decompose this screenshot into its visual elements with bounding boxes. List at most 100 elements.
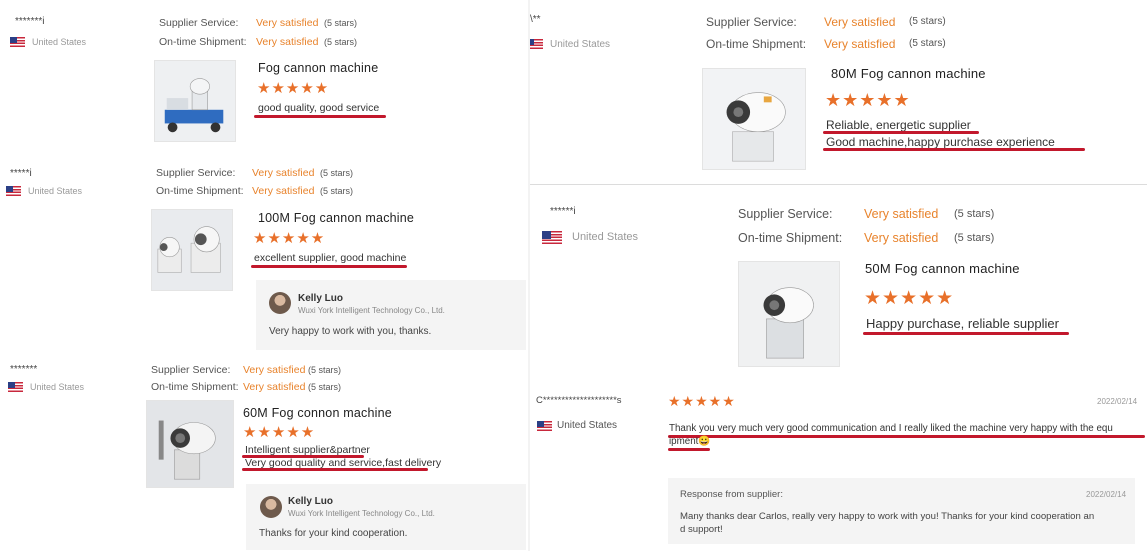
review-comment: excellent supplier, good machine	[254, 252, 407, 264]
supplier-service-label: Supplier Service:	[159, 17, 239, 29]
supplier-service-value: Very satisfied	[256, 17, 319, 29]
supplier-service-stars: (5 stars)	[954, 208, 995, 220]
fog-cannon-image	[739, 262, 839, 366]
country-label: United States	[30, 382, 85, 392]
country-label: United States	[28, 186, 83, 196]
shipment-stars: (5 stars)	[909, 38, 946, 49]
country-label: United States	[550, 39, 611, 50]
supplier-service-stars: (5 stars)	[320, 168, 354, 178]
us-flag-icon	[530, 39, 543, 50]
fog-cannon-image	[152, 210, 232, 290]
fog-cannon-image	[147, 401, 233, 487]
us-flag-icon	[6, 186, 21, 196]
fog-cannon-image	[155, 61, 235, 141]
product-title[interactable]: Fog cannon machine	[258, 61, 378, 75]
shipment-stars: (5 stars)	[308, 382, 342, 392]
supplier-service-label: Supplier Service:	[706, 15, 797, 29]
shipment-label: On-time Shipment:	[738, 231, 843, 245]
supplier-service-stars: (5 stars)	[324, 18, 358, 28]
shipment-label: On-time Shipment:	[151, 381, 239, 393]
review-card-4: \** United States Supplier Service: Very…	[530, 0, 1147, 184]
review-card-2: *****i United States Supplier Service: V…	[0, 150, 528, 358]
product-image[interactable]	[146, 400, 234, 488]
reply-company: Wuxi York Intelligent Technology Co., Lt…	[288, 509, 435, 518]
country-label: United States	[572, 231, 639, 243]
review-card-1: *******i United States Supplier Service:…	[0, 0, 528, 150]
us-flag-icon	[537, 421, 552, 431]
reply-message: Thanks for your kind cooperation.	[259, 528, 408, 539]
red-underline	[823, 148, 1085, 151]
supplier-service-label: Supplier Service:	[738, 207, 833, 221]
buyer-name: *******i	[15, 16, 45, 27]
supplier-service-label: Supplier Service:	[151, 364, 231, 376]
shipment-label: On-time Shipment:	[156, 185, 244, 197]
buyer-name: *******	[10, 364, 38, 375]
reply-company: Wuxi York Intelligent Technology Co., Lt…	[298, 306, 445, 315]
review-card-5: ******i United States Supplier Service: …	[530, 185, 1147, 380]
shipment-value: Very satisfied	[243, 381, 306, 393]
response-label: Response from supplier:	[680, 489, 783, 500]
us-flag-icon	[8, 382, 23, 392]
response-line-2: d support!	[680, 524, 723, 535]
product-title[interactable]: 50M Fog cannon machine	[865, 261, 1020, 276]
shipment-stars: (5 stars)	[954, 232, 995, 244]
supplier-reply: Kelly Luo Wuxi York Intelligent Technolo…	[246, 484, 526, 550]
review-comment-line-1: Thank you very much very good communicat…	[669, 423, 1113, 434]
avatar-icon	[269, 292, 291, 314]
supplier-service-value: Very satisfied	[864, 207, 939, 221]
product-image[interactable]	[702, 68, 806, 170]
buyer-name: C********************s	[536, 395, 622, 406]
reply-author: Kelly Luo	[288, 496, 334, 507]
star-rating: ★★★★★	[864, 288, 955, 309]
us-flag-icon	[10, 37, 25, 47]
response-date: 2022/02/14	[1086, 490, 1127, 499]
red-underline	[254, 115, 386, 118]
star-rating: ★★★★★	[253, 230, 326, 247]
review-date: 2022/02/14	[1097, 397, 1138, 406]
product-image[interactable]	[738, 261, 840, 367]
country-label: United States	[32, 37, 87, 47]
fog-cannon-image	[703, 69, 805, 169]
country-label: United States	[557, 420, 618, 431]
supplier-response: Response from supplier: 2022/02/14 Many …	[668, 478, 1135, 544]
review-comment: good quality, good service	[258, 102, 380, 114]
review-card-3: ******* United States Supplier Service: …	[0, 358, 528, 551]
shipment-label: On-time Shipment:	[706, 37, 807, 51]
shipment-value: Very satisfied	[864, 231, 939, 245]
product-title[interactable]: 60M Fog connon machine	[243, 406, 392, 420]
product-title[interactable]: 80M Fog cannon machine	[831, 66, 986, 81]
review-comment: Reliable, energetic supplier	[826, 118, 971, 132]
us-flag-icon	[542, 231, 562, 245]
red-underline	[668, 448, 710, 451]
red-underline	[242, 468, 428, 471]
reply-message: Very happy to work with you, thanks.	[269, 326, 432, 337]
reply-author: Kelly Luo	[298, 293, 344, 304]
response-line-1: Many thanks dear Carlos, really very hap…	[680, 511, 1095, 522]
star-rating: ★★★★★	[668, 393, 736, 409]
supplier-service-value: Very satisfied	[243, 364, 306, 376]
shipment-label: On-time Shipment:	[159, 36, 247, 48]
supplier-service-value: Very satisfied	[824, 15, 896, 29]
red-underline	[251, 265, 407, 268]
shipment-stars: (5 stars)	[324, 37, 358, 47]
product-image[interactable]	[154, 60, 236, 142]
shipment-value: Very satisfied	[256, 36, 319, 48]
red-underline	[823, 131, 979, 134]
review-comment: Good machine,happy purchase experience	[826, 135, 1055, 149]
buyer-name: \**	[530, 14, 541, 25]
product-title[interactable]: 100M Fog cannon machine	[258, 211, 414, 225]
buyer-name: *****i	[10, 168, 32, 179]
product-image[interactable]	[151, 209, 233, 291]
supplier-service-stars: (5 stars)	[909, 16, 946, 27]
avatar-icon	[260, 496, 282, 518]
star-rating: ★★★★★	[825, 90, 911, 110]
supplier-service-stars: (5 stars)	[308, 365, 342, 375]
review-card-6: C********************s United States ★★★…	[530, 380, 1147, 551]
shipment-stars: (5 stars)	[320, 186, 354, 196]
buyer-name: ******i	[550, 206, 576, 217]
shipment-value: Very satisfied	[252, 185, 315, 197]
shipment-value: Very satisfied	[824, 37, 896, 51]
star-rating: ★★★★★	[257, 80, 330, 97]
star-rating: ★★★★★	[243, 424, 316, 441]
supplier-reply: Kelly Luo Wuxi York Intelligent Technolo…	[256, 280, 526, 350]
